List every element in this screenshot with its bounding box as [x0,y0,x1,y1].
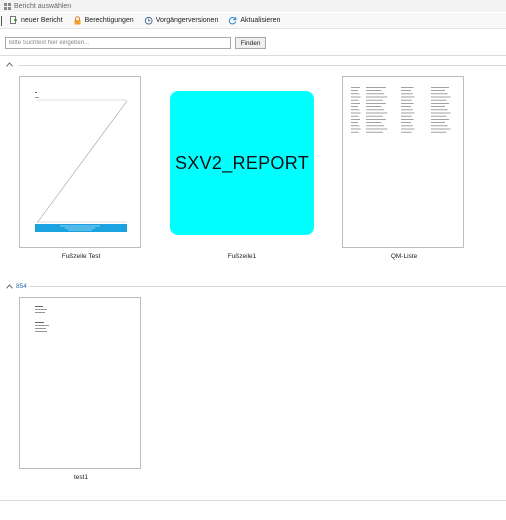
group-name: 854 [16,283,27,290]
report-thumbnail: SXV2_REPORT [145,76,339,248]
search-bar: Finden [5,37,266,49]
page-preview-icon [35,92,128,232]
find-button[interactable]: Finden [235,37,266,49]
bottom-divider [0,500,506,501]
refresh-button[interactable]: Aktualisieren [225,14,283,28]
report-label: QM-Liste [390,253,418,260]
report-preview-image: SXV2_REPORT [170,91,314,235]
report-thumbnail [19,297,141,469]
report-label: Fußzeile1 [227,253,257,260]
toolbar-grip [1,15,4,26]
report-label: Fußzeile Test [61,253,101,260]
new-document-icon [10,16,17,24]
chevron-up-icon [6,284,13,289]
page-preview-icon [35,306,49,332]
previous-versions-label: Vorgängerversionen [155,17,219,24]
group-header-854[interactable]: 854 [6,283,27,290]
permissions-button[interactable]: Berechtigungen [70,14,137,28]
report-tile[interactable]: QM-Liste [342,76,466,260]
lock-icon [74,16,81,25]
new-report-label: neuer Bericht [21,17,63,24]
previous-versions-button[interactable]: Vorgängerversionen [141,14,222,28]
report-tile[interactable]: SXV2_REPORT Fußzeile1 [145,76,339,260]
refresh-label: Aktualisieren [240,17,281,24]
search-input[interactable] [5,37,231,49]
preview-logo-text: SXV2_REPORT [174,152,310,173]
group-header-ungrouped[interactable] [6,62,16,67]
history-icon [144,16,153,25]
table-preview-icon [351,87,451,133]
report-tile[interactable]: test1 [19,297,143,481]
report-tile[interactable]: Fußzeile Test [19,76,143,260]
divider [0,55,506,56]
toolbar: neuer Bericht Berechtigungen Vorgängerve… [0,13,506,29]
app-icon [4,2,11,10]
chevron-up-icon [6,62,13,67]
refresh-icon [229,17,237,25]
title-bar: Bericht auswählen [0,0,506,12]
window-title: Bericht auswählen [14,2,72,10]
report-label: test1 [73,474,89,481]
new-report-button[interactable]: neuer Bericht [6,14,66,28]
report-thumbnail [342,76,464,248]
group-divider [30,286,506,287]
report-thumbnail [19,76,141,248]
permissions-label: Berechtigungen [84,17,134,24]
group-divider [18,65,506,66]
